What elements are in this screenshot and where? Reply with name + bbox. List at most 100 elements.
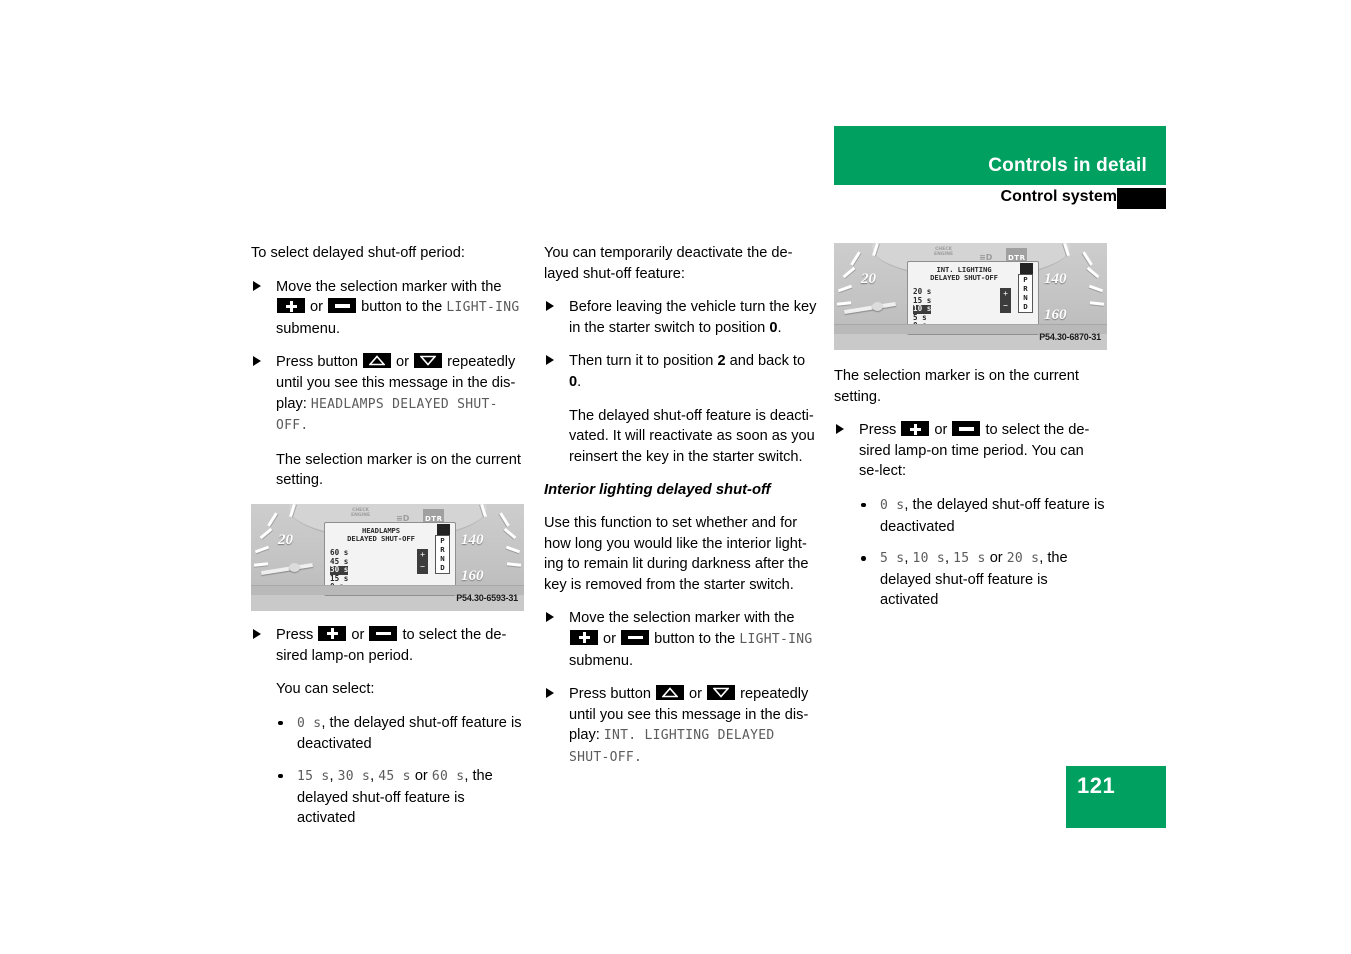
plus-button-icon[interactable] bbox=[570, 629, 598, 645]
section-body-text: Use this function to set whether and for… bbox=[544, 514, 809, 593]
header-subtitle: Control system bbox=[1000, 188, 1117, 205]
step-text-or: or bbox=[347, 626, 369, 643]
dot-bullet-icon bbox=[861, 502, 866, 508]
value-sep: or bbox=[985, 550, 1007, 567]
speed-mark-160: 160 bbox=[461, 567, 484, 584]
up-arrow-button-icon[interactable] bbox=[656, 685, 684, 701]
triangle-bullet-icon bbox=[546, 301, 554, 312]
speedometer-hub bbox=[872, 302, 883, 311]
value-label: 15 s bbox=[297, 768, 330, 784]
column-right: CHECKENGINE ≡D DTR 20 140 160 mph INT. L… bbox=[834, 243, 1107, 622]
step-text-end: . bbox=[777, 319, 782, 336]
step-text-end: . bbox=[577, 373, 582, 390]
value-label: 60 s bbox=[431, 768, 465, 784]
triangle-bullet-icon bbox=[836, 424, 844, 435]
value-label: 0 s bbox=[880, 497, 905, 513]
value-sep: , bbox=[329, 767, 338, 784]
chapter-tab-marker bbox=[1117, 188, 1166, 209]
lcd-corner-block bbox=[1020, 263, 1033, 274]
plus-button-icon[interactable] bbox=[318, 625, 347, 641]
step-move-marker-lighting: Move the selection marker with the or bu… bbox=[544, 608, 817, 671]
step-text-c: . bbox=[300, 418, 309, 434]
triangle-bullet-icon bbox=[253, 628, 261, 639]
up-arrow-button-icon[interactable] bbox=[363, 353, 391, 369]
triangle-bullet-icon bbox=[253, 280, 261, 291]
value-description: , the delayed shut-off feature is deacti… bbox=[297, 714, 522, 753]
lcd-title: INT. LIGHTING DELAYED SHUT-OFF bbox=[930, 265, 998, 283]
value-label: 15 s bbox=[953, 551, 986, 567]
figure-instrument-cluster-int-lighting: CHECKENGINE ≡D DTR 20 140 160 mph INT. L… bbox=[834, 243, 1107, 350]
intro-text: To select delayed shut-off period: bbox=[251, 245, 465, 261]
step-text-b: and back to bbox=[725, 353, 806, 370]
minus-button-icon[interactable] bbox=[952, 421, 981, 437]
down-arrow-button-icon[interactable] bbox=[414, 353, 443, 369]
intro-text: You can temporarily deactivate the de-la… bbox=[544, 245, 793, 282]
gear-selector-indicator: P R N D bbox=[435, 534, 450, 574]
step-text-a: Press button bbox=[276, 354, 362, 371]
speed-mark-160: 160 bbox=[1044, 307, 1067, 323]
list-item: 15 s, 30 s, 45 s or 60 s, the delayed sh… bbox=[251, 766, 524, 829]
step-key-position-0: Before leaving the vehicle turn the key … bbox=[544, 297, 817, 338]
value-sep: or bbox=[410, 767, 432, 784]
column-left: To select delayed shut-off period: Move … bbox=[251, 243, 524, 840]
step-text-b: button to the bbox=[357, 299, 447, 316]
value-label: 5 s bbox=[880, 551, 905, 567]
minus-button-icon[interactable] bbox=[621, 629, 650, 645]
lcd-title: HEADLAMPS DELAYED SHUT-OFF bbox=[347, 525, 415, 544]
page-number-box: 121 bbox=[1066, 766, 1166, 828]
figure-caption: P54.30-6870-31 bbox=[1039, 332, 1101, 343]
lcd-plus-minus-indicator: + − bbox=[1000, 288, 1011, 313]
select-intro-text: You can select: bbox=[276, 681, 375, 698]
step-press-arrows-headlamps: Press button or repeatedly until you see… bbox=[251, 352, 524, 436]
step-text-c: submenu. bbox=[276, 320, 341, 337]
step-text-or: or bbox=[599, 630, 621, 647]
step-text-a: Move the selection marker with the bbox=[569, 610, 795, 627]
gear-selector-indicator: P R N D bbox=[1018, 274, 1033, 313]
minus-button-icon[interactable] bbox=[328, 298, 357, 314]
section-heading-interior-lighting: Interior lighting delayed shut-off bbox=[544, 482, 771, 499]
down-arrow-button-icon[interactable] bbox=[707, 685, 736, 701]
dot-bullet-icon bbox=[861, 556, 866, 561]
step-press-plus-minus-time-period: Press or to select the de-sired lamp-on … bbox=[834, 420, 1107, 482]
step-text-a: Press bbox=[859, 422, 901, 439]
note-deactivation: The delayed shut-off feature is deacti-v… bbox=[569, 407, 815, 465]
plus-button-icon[interactable] bbox=[277, 298, 305, 314]
triangle-bullet-icon bbox=[253, 356, 261, 367]
display-label-lighting: LIGHT-ING bbox=[739, 631, 813, 647]
column-middle: You can temporarily deactivate the de-la… bbox=[544, 243, 817, 781]
check-engine-indicator-icon: CHECK ENGINE bbox=[934, 247, 954, 257]
value-sep: , bbox=[945, 550, 954, 567]
dot-bullet-icon bbox=[278, 720, 283, 726]
lcd-plus-minus-indicator: + − bbox=[417, 548, 428, 574]
figure-caption: P54.30-6593-31 bbox=[456, 593, 518, 604]
list-item: 0 s, the delayed shut-off feature is dea… bbox=[251, 713, 524, 755]
step-text-or: or bbox=[306, 299, 328, 316]
figure-instrument-cluster-headlamps: CHECKENGINE ≡D DTR 20 140 160 mph HEADLA… bbox=[251, 503, 524, 611]
speedometer-hub bbox=[289, 562, 300, 572]
header-green-banner: Controls in detail bbox=[834, 126, 1166, 185]
speed-mark-20: 20 bbox=[861, 271, 876, 287]
triangle-bullet-icon bbox=[546, 355, 554, 366]
step-text-or: or bbox=[392, 354, 414, 371]
note-selection-marker: The selection marker is on the current s… bbox=[276, 451, 521, 489]
minus-button-icon[interactable] bbox=[369, 625, 398, 641]
list-item: 5 s, 10 s, 15 s or 20 s, the delayed shu… bbox=[834, 548, 1107, 611]
step-text-a: Press button bbox=[569, 686, 655, 703]
value-description: , the delayed shut-off feature is deacti… bbox=[880, 496, 1105, 535]
step-text-c: submenu. bbox=[569, 652, 634, 669]
check-engine-indicator-icon: CHECK ENGINE bbox=[351, 507, 371, 518]
plus-button-icon[interactable] bbox=[901, 421, 930, 437]
step-text-c: . bbox=[634, 749, 643, 765]
speed-mark-20: 20 bbox=[278, 531, 293, 548]
speed-mark-140: 140 bbox=[461, 531, 484, 548]
value-sep: , bbox=[904, 550, 913, 567]
step-move-marker-lighting: Move the selection marker with the or bu… bbox=[251, 277, 524, 340]
step-key-position-2-then-0: Then turn it to position 2 and back to 0… bbox=[544, 351, 817, 392]
value-label: 20 s bbox=[1006, 551, 1040, 567]
step-text-a: Press bbox=[276, 626, 318, 643]
value-label: 0 s bbox=[297, 715, 322, 731]
speed-mark-140: 140 bbox=[1044, 271, 1067, 287]
triangle-bullet-icon bbox=[546, 688, 554, 699]
step-text-a: Then turn it to position bbox=[569, 353, 718, 370]
triangle-bullet-icon bbox=[546, 612, 554, 623]
